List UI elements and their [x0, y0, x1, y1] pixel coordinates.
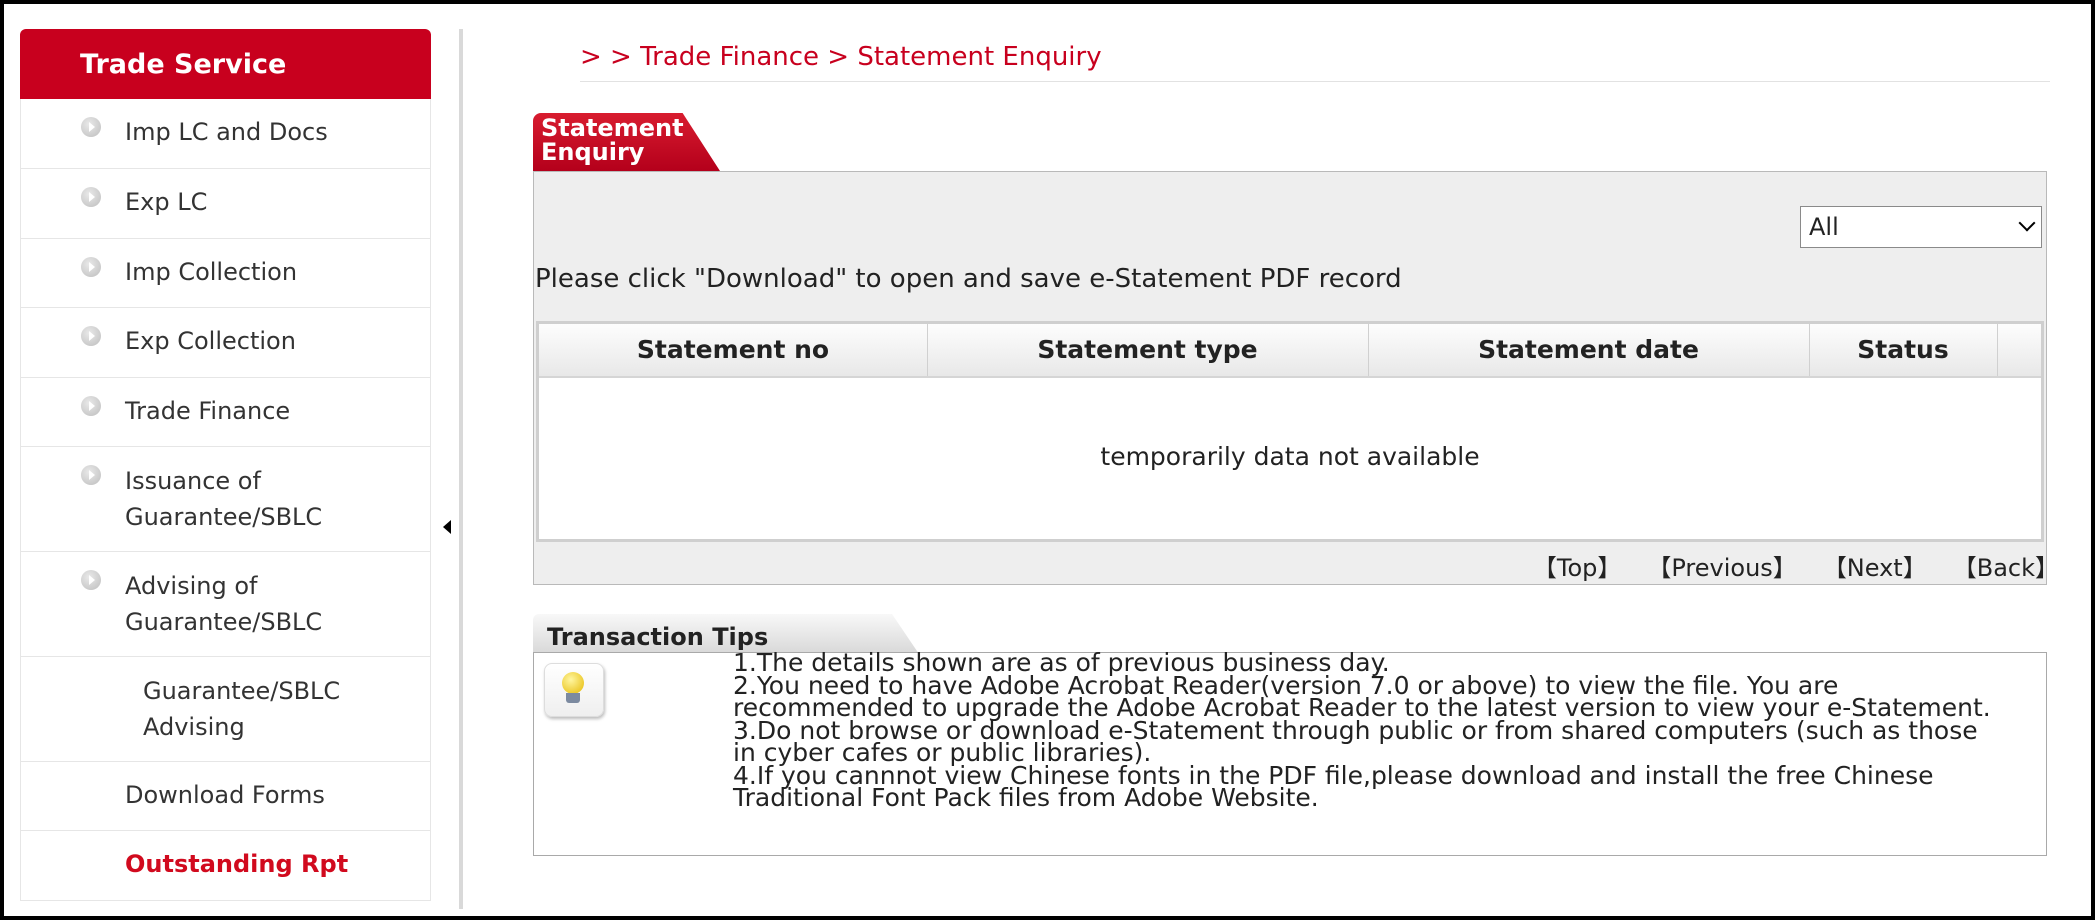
- lightbulb-icon: [544, 663, 604, 717]
- sidebar-item-issuance-of-guarantee[interactable]: Issuance of Guarantee/SBLC: [20, 447, 431, 552]
- chevron-down-icon: [2018, 214, 2036, 232]
- bullet-arrow-icon: [81, 326, 101, 346]
- pager-next-link[interactable]: 【Next】: [1823, 548, 1927, 583]
- lightbulb-glass: [562, 672, 584, 694]
- bullet-arrow-icon: [81, 570, 101, 590]
- download-instruction: Please click "Download" to open and save…: [535, 264, 1402, 294]
- sidebar-item-label: Issuance of Guarantee/SBLC: [125, 467, 323, 531]
- statement-filter-value: All: [1809, 213, 1839, 241]
- sidebar-item-label: Exp Collection: [125, 327, 296, 355]
- bullet-arrow-icon: [81, 257, 101, 277]
- pagination: 【Top】 【Previous】 【Next】 【Back】: [1533, 548, 2059, 583]
- tip-line: 3.Do not browse or download e-Statement …: [733, 715, 1978, 767]
- sidebar-item-label: Download Forms: [125, 781, 325, 809]
- sidebar-item-label: Imp LC and Docs: [125, 118, 328, 146]
- breadcrumb-underline: [580, 81, 2050, 82]
- sidebar-item-label: Imp Collection: [125, 258, 298, 286]
- tip-line: 4.If you cannnot view Chinese fonts in t…: [733, 760, 1934, 812]
- pager-top-link[interactable]: 【Top】: [1533, 548, 1622, 583]
- transaction-tips-text: 1.The details shown are as of previous b…: [733, 650, 2043, 812]
- sidebar-item-imp-lc-and-docs[interactable]: Imp LC and Docs: [20, 99, 431, 169]
- column-header-status[interactable]: Status: [1809, 324, 1998, 376]
- sidebar-item-label: Advising of Guarantee/SBLC: [125, 572, 323, 636]
- column-header-statement-type[interactable]: Statement type: [927, 324, 1369, 376]
- sidebar-item-advising-of-guarantee[interactable]: Advising of Guarantee/SBLC: [20, 552, 431, 657]
- statement-filter-select[interactable]: All: [1800, 206, 2042, 248]
- sidebar-divider[interactable]: [459, 29, 463, 909]
- bullet-arrow-icon: [81, 117, 101, 137]
- sidebar-item-outstanding-rpt[interactable]: Outstanding Rpt: [20, 831, 431, 901]
- column-header-statement-no[interactable]: Statement no: [539, 324, 928, 376]
- sidebar-item-imp-collection[interactable]: Imp Collection: [20, 239, 431, 308]
- empty-table-message: temporarily data not available: [1100, 442, 1480, 471]
- sidebar-item-download-forms[interactable]: Download Forms: [20, 762, 431, 831]
- sidebar-item-label: Trade Finance: [125, 397, 291, 425]
- tip-line: 2.You need to have Adobe Acrobat Reader(…: [733, 670, 1991, 722]
- bullet-arrow-icon: [81, 465, 101, 485]
- breadcrumb[interactable]: > > Trade Finance > Statement Enquiry: [580, 42, 1102, 72]
- sidebar-item-exp-lc[interactable]: Exp LC: [20, 169, 431, 239]
- sidebar: Trade Service Imp LC and Docs Exp LC Imp…: [20, 29, 431, 909]
- sidebar-item-label: Outstanding Rpt: [125, 850, 349, 878]
- statement-table: Statement no Statement type Statement da…: [536, 321, 2044, 542]
- bullet-arrow-icon: [81, 187, 101, 207]
- sidebar-item-exp-collection[interactable]: Exp Collection: [20, 308, 431, 378]
- sidebar-item-label: Exp LC: [125, 188, 208, 216]
- sidebar-item-trade-finance[interactable]: Trade Finance: [20, 378, 431, 447]
- lightbulb-base: [566, 693, 580, 703]
- sidebar-nav: Imp LC and Docs Exp LC Imp Collection Ex…: [20, 99, 431, 901]
- sidebar-title[interactable]: Trade Service: [20, 29, 431, 99]
- column-header-statement-date[interactable]: Statement date: [1368, 324, 1810, 376]
- statement-enquiry-tab-label: Statement Enquiry: [541, 114, 684, 166]
- collapse-left-icon[interactable]: [443, 520, 451, 534]
- pager-previous-link[interactable]: 【Previous】: [1647, 548, 1796, 583]
- bullet-arrow-icon: [81, 396, 101, 416]
- sidebar-subitem-guarantee-sblc-advising[interactable]: Guarantee/SBLC Advising: [20, 657, 431, 762]
- pager-back-link[interactable]: 【Back】: [1953, 548, 2059, 583]
- table-header: Statement no Statement type Statement da…: [539, 324, 2041, 378]
- sidebar-item-label: Guarantee/SBLC Advising: [143, 677, 341, 741]
